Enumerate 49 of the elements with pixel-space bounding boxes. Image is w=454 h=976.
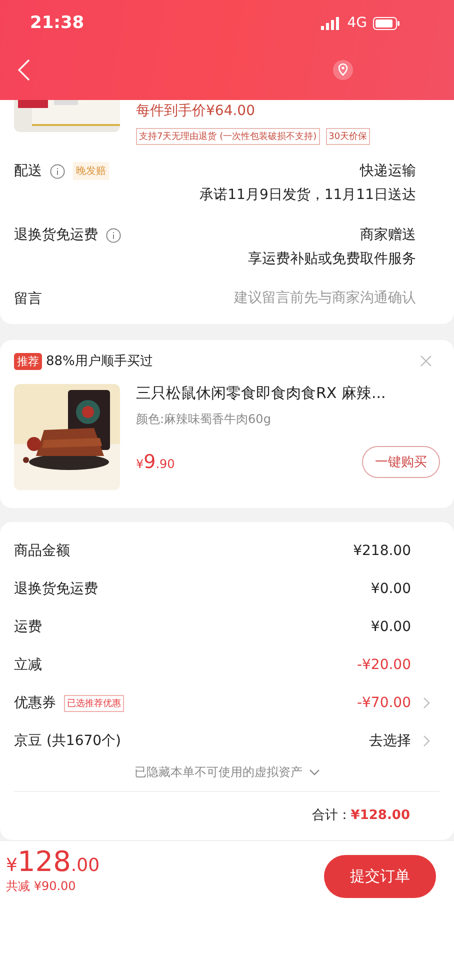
- row-value: 去选择: [369, 732, 411, 750]
- row-value: 快递运输: [360, 162, 416, 180]
- close-icon[interactable]: [420, 355, 432, 367]
- pay-amount: ¥128.00: [6, 847, 100, 878]
- row-label: 运费: [14, 618, 42, 636]
- submit-order-button[interactable]: 提交订单: [324, 855, 436, 898]
- info-icon[interactable]: [50, 164, 65, 178]
- chevron-right-icon[interactable]: [423, 697, 430, 709]
- back-icon[interactable]: [18, 59, 30, 81]
- total-value: ¥128.00: [350, 808, 410, 822]
- service-tag: 30天价保: [326, 128, 370, 145]
- total-savings: 共减 ¥90.00: [6, 878, 77, 895]
- row-label: 京豆 (共1670个): [14, 732, 122, 750]
- row-value: ¥0.00: [370, 619, 411, 635]
- hidden-assets-note[interactable]: 已隐藏本单不可使用的虚拟资产: [134, 764, 302, 781]
- row-value: ¥218.00: [353, 543, 411, 559]
- late-compensation-tag: 晚发赔: [73, 162, 109, 180]
- row-value: 承诺11月9日发货，11月11日送达: [200, 186, 416, 204]
- status-time: 21:38: [30, 13, 84, 33]
- product-spec: 颜色:麻辣味蜀香牛肉60g: [136, 411, 272, 428]
- signal-icon: [321, 16, 342, 30]
- row-value: 商家赠送: [360, 226, 416, 244]
- chevron-right-icon[interactable]: [423, 735, 430, 747]
- row-label: 立减: [14, 656, 42, 674]
- row-label: 退换货免运费: [14, 580, 98, 598]
- buy-now-button[interactable]: 一键购买: [362, 446, 440, 478]
- total-label: 合计：: [312, 807, 351, 824]
- service-tag: 支持7天无理由退货 (一次性包装破损不支持): [136, 128, 320, 145]
- row-label: 留言: [14, 290, 42, 308]
- row-label: 商品金额: [14, 542, 70, 560]
- row-label: 优惠券: [14, 694, 56, 712]
- product-title[interactable]: 三只松鼠休闲零食即食肉食RX 麻辣...: [136, 384, 440, 403]
- message-field[interactable]: 建议留言前先与商家沟通确认: [196, 290, 416, 306]
- coupon-tag: 已选推荐优惠: [64, 694, 124, 712]
- chevron-down-icon[interactable]: [308, 769, 320, 776]
- row-label: 退换货免运费: [14, 226, 98, 244]
- row-value: -¥70.00: [356, 695, 411, 711]
- network-label: 4G: [347, 15, 367, 31]
- row-value: 享运费补贴或免费取件服务: [248, 250, 416, 268]
- battery-icon: [373, 16, 400, 30]
- location-pin-icon[interactable]: [332, 59, 354, 81]
- row-value: -¥20.00: [356, 657, 411, 673]
- info-icon[interactable]: [106, 228, 121, 242]
- row-label: 配送: [14, 162, 42, 180]
- unit-price: 每件到手价¥64.00: [136, 102, 256, 120]
- product-price: ¥9.90: [136, 451, 175, 473]
- row-value: ¥0.00: [370, 581, 411, 597]
- recommend-headline: 88%用户顺手买过: [46, 353, 154, 370]
- recommend-tag: 推荐: [14, 352, 42, 370]
